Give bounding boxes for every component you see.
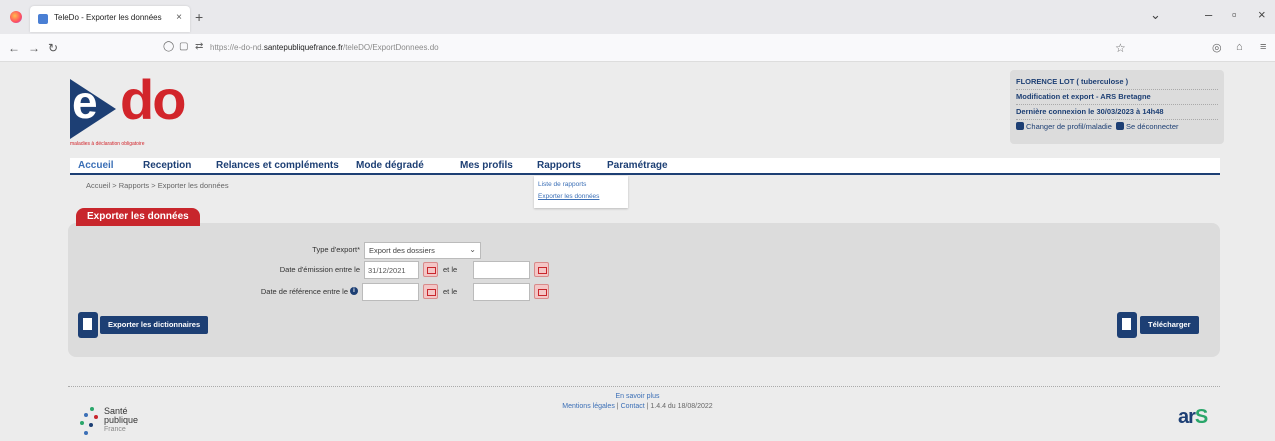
sp-line-2: publique [104,415,139,425]
new-tab-icon[interactable]: + [195,9,203,25]
calendar-icon[interactable] [534,262,549,277]
firefox-icon [10,11,22,23]
et-le-label: et le [443,287,458,296]
url-bar[interactable]: ◯ ▢ ⇄ https://e-do-nd.santepubliquefranc… [155,37,1155,59]
sante-publique-logo: Santé publique France [80,405,160,441]
calendar-icon[interactable] [423,284,438,299]
footer-links: En savoir plus Mentions légales | Contac… [0,392,1275,412]
section-title: Exporter les données [76,208,200,226]
sp-dots-icon [80,405,104,439]
rapports-submenu: Liste de rapports Exporter les données [534,176,628,208]
menu-item-reception[interactable]: Reception [143,160,191,171]
change-profile-icon [1016,122,1024,130]
breadcrumb: Accueil > Rapports > Exporter les donnée… [86,181,229,190]
emission-date-from-input[interactable]: 31/12/2021 [364,261,419,279]
contact-link[interactable]: Contact [621,403,645,410]
maximize-icon[interactable]: ▫ [1232,7,1237,22]
favicon-icon [38,14,48,24]
user-info-box: FLORENCE LOT ( tuberculose ) Modificatio… [1010,70,1224,144]
document-icon[interactable] [78,312,98,338]
emission-date-label: Date d'émission entre le [279,265,360,274]
pocket-icon[interactable]: ◎ [1212,41,1222,54]
export-dictionaries-button[interactable]: Exporter les dictionnaires [100,316,209,334]
logout-link[interactable]: Se déconnecter [1126,122,1179,131]
menu-icon[interactable]: ≡ [1260,41,1266,53]
tab-title: TeleDo - Exporter les données [54,13,162,22]
url-text[interactable]: https://e-do-nd.santepubliquefrance.fr/t… [210,43,439,52]
calendar-icon[interactable] [423,262,438,277]
export-type-select[interactable]: Export des dossiers ⌄ [364,242,481,259]
logo-e-letter: e [72,76,98,128]
footer-divider [68,386,1220,387]
page-content: e do maladies à déclaration obligatoire … [0,62,1275,441]
logo-subtitle: maladies à déclaration obligatoire [70,141,145,147]
menu-item-relances[interactable]: Relances et compléments [216,160,339,171]
browser-nav-bar: ← → ↻ ◯ ▢ ⇄ https://e-do-nd.santepubliqu… [0,34,1275,62]
sp-line-3: France [104,426,126,433]
download-button[interactable]: Télécharger [1140,316,1199,334]
menu-item-mode-degrade[interactable]: Mode dégradé [356,160,424,171]
emission-date-to-input[interactable] [473,261,530,279]
edo-logo[interactable]: e do maladies à déclaration obligatoire [70,68,220,147]
reload-icon[interactable]: ↻ [48,41,58,55]
chevron-down-icon: ⌄ [469,245,476,254]
minimize-icon[interactable]: – [1205,7,1212,22]
info-icon[interactable]: i [350,287,358,295]
menu-item-rapports[interactable]: Rapports [537,160,581,171]
export-type-label: Type d'export* [312,245,360,254]
forward-arrow-icon[interactable]: → [28,41,40,55]
et-le-label: et le [443,265,458,274]
close-tab-icon[interactable]: × [176,12,182,23]
document-icon[interactable] [1117,312,1137,338]
reference-date-to-input[interactable] [473,283,530,301]
submenu-item-liste-rapports[interactable]: Liste de rapports [538,179,624,191]
user-name: FLORENCE LOT ( tuberculose ) [1016,75,1218,90]
logo-text: do [120,68,186,131]
reference-date-from-input[interactable] [362,283,419,301]
close-window-icon[interactable]: × [1258,7,1266,22]
version-text: | 1.4.4 du 18/08/2022 [646,403,713,410]
user-last-login: Dernière connexion le 30/03/2023 à 14h48 [1016,105,1218,120]
submenu-item-exporter[interactable]: Exporter les données [538,191,624,203]
account-icon[interactable]: ⌂ [1236,41,1243,53]
lock-icon[interactable]: ⇄ [195,41,203,52]
menu-item-mes-profils[interactable]: Mes profils [460,160,513,171]
shield-icon[interactable]: ◯ [163,41,174,52]
menu-item-parametrage[interactable]: Paramétrage [607,160,668,171]
change-profile-link[interactable]: Changer de profil/maladie [1026,122,1112,131]
calendar-icon[interactable] [534,284,549,299]
browser-tab[interactable]: TeleDo - Exporter les données × [30,6,190,32]
logout-icon [1115,122,1124,130]
legal-link[interactable]: Mentions légales [562,403,615,410]
browser-tab-bar: TeleDo - Exporter les données × + ⌄ – ▫ … [0,0,1275,34]
page-icon[interactable]: ▢ [179,41,188,52]
back-arrow-icon[interactable]: ← [8,41,20,55]
menu-item-accueil[interactable]: Accueil [78,160,114,171]
bookmark-star-icon[interactable]: ☆ [1115,41,1126,55]
reference-date-label: Date de référence entre le [260,287,348,296]
user-role: Modification et export - ARS Bretagne [1016,90,1218,105]
main-menu: Accueil Reception Relances et complément… [70,158,1220,175]
chevron-down-icon[interactable]: ⌄ [1150,7,1161,23]
ars-logo: arS [1178,406,1208,428]
export-panel: Type d'export* Export des dossiers ⌄ Dat… [68,223,1220,357]
more-info-link[interactable]: En savoir plus [0,392,1275,402]
